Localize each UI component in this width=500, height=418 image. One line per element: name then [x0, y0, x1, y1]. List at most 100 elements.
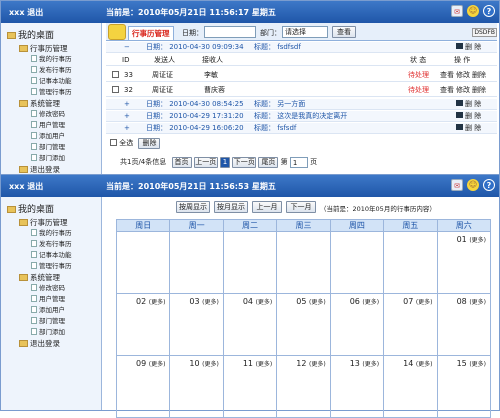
- calendar-day-cell[interactable]: [329, 231, 385, 294]
- tree-group-calendar[interactable]: 行事历管理: [7, 43, 102, 54]
- tree-item[interactable]: 添加用户: [7, 305, 102, 316]
- delete-link[interactable]: 删除: [472, 83, 486, 97]
- entry-row[interactable]: + 日期： 2010-04-30 08:54:25 标题： 另一方面 删 除: [106, 99, 497, 110]
- calendar-day-cell[interactable]: 05 (更多): [276, 293, 331, 356]
- select-all-checkbox[interactable]: [110, 139, 117, 146]
- calendar-day-cell[interactable]: 09 (更多): [115, 355, 171, 418]
- tree-item[interactable]: 用户管理: [7, 294, 102, 305]
- smiley-icon[interactable]: ☺: [467, 5, 479, 17]
- calendar-day-cell[interactable]: 10 (更多): [169, 355, 224, 418]
- view-link[interactable]: 查看: [440, 83, 454, 97]
- tree-item[interactable]: 我的行事历: [7, 54, 102, 65]
- delete-link[interactable]: 删 除: [456, 123, 481, 134]
- entry-row[interactable]: + 日期： 2010-04-29 17:31:20 标题： 这次是我真的决定离开…: [106, 111, 497, 122]
- date-input[interactable]: [204, 26, 256, 38]
- more-link[interactable]: (更多): [202, 361, 219, 368]
- delete-link[interactable]: 删 除: [456, 99, 481, 110]
- calendar-day-cell[interactable]: 11 (更多): [222, 355, 278, 418]
- more-link[interactable]: (更多): [362, 299, 379, 306]
- more-link[interactable]: (更多): [149, 361, 166, 368]
- mail-icon[interactable]: ✉: [451, 5, 463, 17]
- prev-month-button[interactable]: 上一月: [252, 201, 282, 213]
- calendar-day-cell[interactable]: 15 (更多): [436, 355, 492, 418]
- more-link[interactable]: (更多): [469, 361, 486, 368]
- expand-toggle[interactable]: +: [124, 123, 130, 134]
- tree-item[interactable]: 发布行事历: [7, 239, 102, 250]
- collapse-toggle[interactable]: −: [124, 42, 130, 53]
- mail-icon[interactable]: ✉: [451, 179, 463, 191]
- page-select[interactable]: 1: [289, 157, 308, 168]
- calendar-day-cell[interactable]: 14 (更多): [383, 355, 438, 418]
- last-page-button[interactable]: 尾页: [258, 157, 279, 168]
- tree-item[interactable]: 管理行事历: [7, 87, 102, 98]
- more-link[interactable]: (更多): [256, 299, 273, 306]
- entry-title[interactable]: 标题： fsdfsdf: [254, 42, 301, 53]
- tree-item[interactable]: 添加用户: [7, 131, 102, 142]
- more-link[interactable]: (更多): [149, 299, 166, 306]
- tree-item[interactable]: 记事本功能: [7, 250, 102, 261]
- calendar-day-cell[interactable]: 08 (更多): [436, 293, 492, 356]
- delete-link[interactable]: 删除: [472, 68, 486, 82]
- tree-item[interactable]: 修改密码: [7, 109, 102, 120]
- entry-title[interactable]: 标题： fsfsdf: [254, 123, 296, 134]
- calendar-day-cell[interactable]: 12 (更多): [276, 355, 331, 418]
- tree-item[interactable]: 发布行事历: [7, 65, 102, 76]
- more-link[interactable]: (更多): [309, 299, 326, 306]
- entry-title[interactable]: 标题： 这次是我真的决定离开: [254, 111, 347, 122]
- more-link[interactable]: (更多): [309, 361, 326, 368]
- calendar-day-cell[interactable]: 03 (更多): [169, 293, 224, 356]
- tree-root[interactable]: 我的桌面: [7, 29, 102, 43]
- more-link[interactable]: (更多): [469, 299, 486, 306]
- row-checkbox[interactable]: [112, 71, 119, 78]
- tree-item[interactable]: 我的行事历: [7, 228, 102, 239]
- edit-link[interactable]: 修改: [456, 83, 470, 97]
- tree-item[interactable]: 部门管理: [7, 142, 102, 153]
- expand-toggle[interactable]: +: [124, 111, 130, 122]
- row-checkbox[interactable]: [112, 86, 119, 93]
- prev-page-button[interactable]: 上一页: [193, 157, 218, 168]
- tree-item[interactable]: 部门管理: [7, 316, 102, 327]
- help-icon[interactable]: ?: [483, 5, 495, 17]
- dept-select[interactable]: 请选择: [282, 26, 328, 38]
- tree-item[interactable]: 部门添加: [7, 153, 102, 164]
- tree-group-calendar[interactable]: 行事历管理: [7, 217, 102, 228]
- more-link[interactable]: (更多): [469, 237, 486, 244]
- tree-item[interactable]: 管理行事历: [7, 261, 102, 272]
- first-page-button[interactable]: 首页: [171, 157, 192, 168]
- smiley-icon[interactable]: ☺: [467, 179, 479, 191]
- week-view-button[interactable]: 按周显示: [176, 201, 210, 213]
- entry-title[interactable]: 标题： 另一方面: [254, 99, 305, 110]
- tree-item[interactable]: 部门添加: [7, 327, 102, 338]
- next-month-button[interactable]: 下一月: [286, 201, 316, 213]
- tree-group-system[interactable]: 系统管理: [7, 98, 102, 109]
- entry-row[interactable]: − 日期： 2010-04-30 09:09:34 标题： fsdfsdf 删 …: [106, 42, 497, 53]
- more-link[interactable]: (更多): [256, 361, 273, 368]
- calendar-day-cell[interactable]: 01 (更多): [436, 231, 492, 294]
- next-page-button[interactable]: 下一页: [232, 157, 257, 168]
- calendar-day-cell[interactable]: [276, 231, 331, 294]
- help-icon[interactable]: ?: [483, 179, 495, 191]
- more-link[interactable]: (更多): [362, 361, 379, 368]
- tree-root[interactable]: 我的桌面: [7, 203, 102, 217]
- calendar-day-cell[interactable]: [383, 231, 438, 294]
- delete-link[interactable]: 删 除: [456, 42, 481, 53]
- calendar-day-cell[interactable]: 13 (更多): [329, 355, 385, 418]
- tree-item[interactable]: 记事本功能: [7, 76, 102, 87]
- calendar-day-cell[interactable]: [169, 231, 224, 294]
- expand-toggle[interactable]: +: [124, 99, 130, 110]
- tree-item[interactable]: 修改密码: [7, 283, 102, 294]
- view-link[interactable]: 查看: [440, 68, 454, 82]
- calendar-day-cell[interactable]: [222, 231, 278, 294]
- user-logout-link[interactable]: xxx 退出: [9, 7, 43, 18]
- entry-row[interactable]: + 日期： 2010-04-29 16:06:20 标题： fsfsdf 删 除: [106, 123, 497, 134]
- tree-group-system[interactable]: 系统管理: [7, 272, 102, 283]
- calendar-day-cell[interactable]: 04 (更多): [222, 293, 278, 356]
- month-view-button[interactable]: 按月显示: [214, 201, 248, 213]
- calendar-day-cell[interactable]: 02 (更多): [115, 293, 171, 356]
- more-link[interactable]: (更多): [202, 299, 219, 306]
- calendar-day-cell[interactable]: 06 (更多): [329, 293, 385, 356]
- user-logout-link[interactable]: xxx 退出: [9, 181, 43, 192]
- calendar-day-cell[interactable]: 07 (更多): [383, 293, 438, 356]
- more-link[interactable]: (更多): [416, 299, 433, 306]
- tree-item[interactable]: 用户管理: [7, 120, 102, 131]
